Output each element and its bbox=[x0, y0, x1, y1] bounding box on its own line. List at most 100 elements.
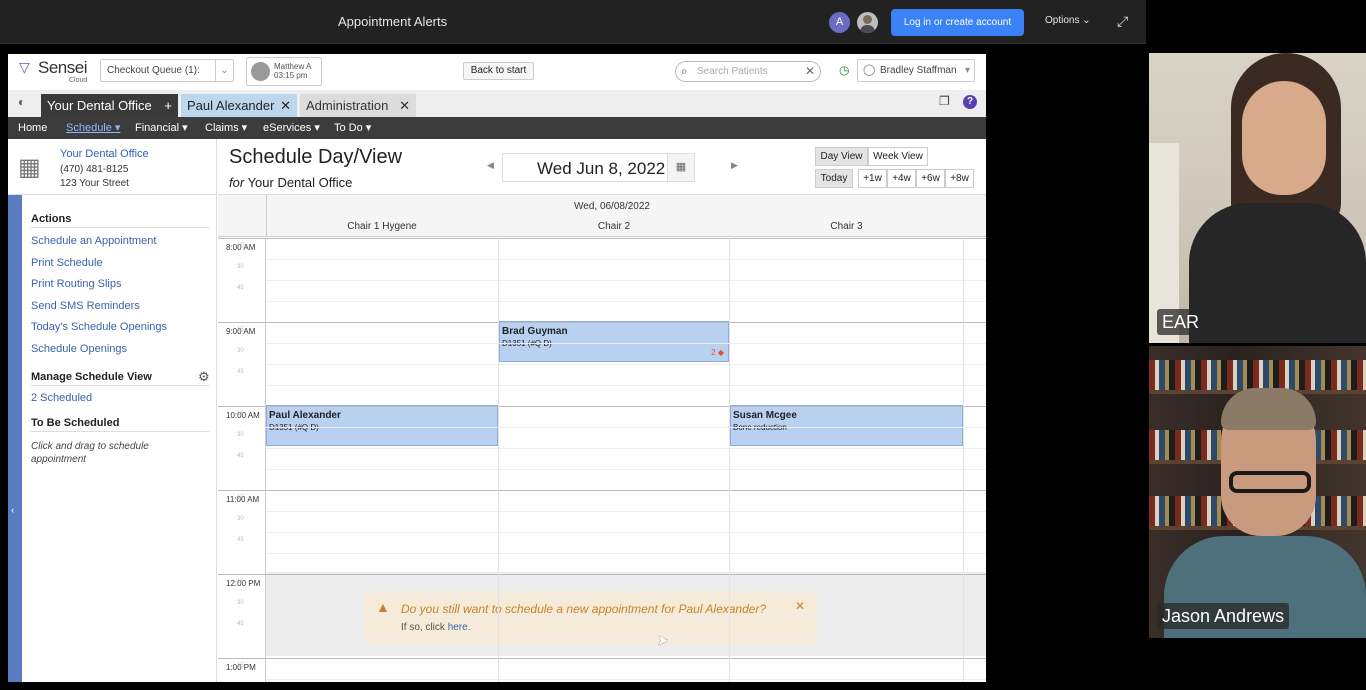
checkout-queue-select[interactable]: Checkout Queue (1): ⌄ bbox=[100, 59, 234, 82]
gear-icon[interactable]: ⚙ bbox=[198, 369, 210, 385]
calendar-icon[interactable]: ▦ bbox=[667, 154, 694, 181]
options-label: Options bbox=[1045, 15, 1080, 26]
slot-line bbox=[266, 427, 986, 428]
clear-search-icon[interactable]: ✕ bbox=[805, 64, 815, 78]
nav-eservices[interactable]: eServices ▾ bbox=[263, 117, 320, 139]
slot-line bbox=[266, 469, 986, 470]
previous-day-icon[interactable]: ◀ bbox=[487, 160, 494, 171]
action-print-schedule[interactable]: Print Schedule bbox=[31, 257, 103, 269]
staff-select[interactable]: ◯ Bradley Staffman ▾ bbox=[857, 59, 975, 82]
today-button[interactable]: Today bbox=[815, 169, 853, 188]
slot-line bbox=[266, 511, 986, 512]
to-be-scheduled-heading: To Be Scheduled bbox=[31, 417, 120, 429]
to-be-scheduled-hint: Click and drag to schedule appointment bbox=[31, 441, 149, 465]
slot-line bbox=[266, 301, 986, 302]
back-to-start-button[interactable]: Back to start bbox=[463, 62, 534, 80]
grid-header: Wed, 06/08/2022 Chair 1 Hygene Chair 2 C… bbox=[218, 195, 986, 237]
action-schedule-appointment[interactable]: Schedule an Appointment bbox=[31, 235, 156, 247]
slot-line bbox=[266, 679, 986, 680]
options-button[interactable]: Options ⌄ bbox=[1045, 15, 1091, 26]
main-nav: Home Schedule ▾ Financial ▾ Claims ▾ eSe… bbox=[8, 117, 986, 139]
alert-here-link[interactable]: here. bbox=[448, 622, 471, 633]
action-print-routing-slips[interactable]: Print Routing Slips bbox=[31, 278, 122, 290]
office-phone: (470) 481-8125 bbox=[60, 164, 129, 175]
slot-line bbox=[266, 385, 986, 386]
office-card: ▦ Your Dental Office (470) 481-8125 123 … bbox=[8, 139, 217, 195]
alert-sub: If so, click here. bbox=[401, 622, 470, 633]
collapse-sidebar-strip[interactable]: ‹ bbox=[8, 195, 22, 682]
appointment-susan-mcgee[interactable]: Susan Mcgee Bone reduction bbox=[730, 405, 963, 446]
sensei-logo: ▽ Sensei Cloud bbox=[19, 57, 94, 85]
minute-label: 45 bbox=[237, 537, 244, 543]
clock-icon[interactable]: ◷ bbox=[839, 63, 849, 77]
slot-line bbox=[266, 616, 986, 617]
action-schedule-openings[interactable]: Schedule Openings bbox=[31, 343, 127, 355]
hour-line bbox=[218, 490, 986, 491]
slot-line bbox=[266, 259, 986, 260]
tab-paul-alexander[interactable]: Paul Alexander ✕ bbox=[181, 94, 297, 117]
close-tab-icon[interactable]: ✕ bbox=[280, 94, 291, 117]
action-todays-openings[interactable]: Today's Schedule Openings bbox=[31, 321, 167, 333]
column-divider bbox=[963, 238, 964, 682]
close-tab-icon[interactable]: ✕ bbox=[399, 94, 410, 117]
participant-avatar-photo[interactable] bbox=[857, 12, 878, 33]
tab-your-dental-office[interactable]: Your Dental Office + bbox=[41, 94, 178, 117]
appointment-paul-alexander[interactable]: Paul Alexander D1351 (#Q D) bbox=[266, 405, 498, 446]
help-icon[interactable]: ? bbox=[963, 95, 977, 109]
mouse-cursor-icon: ➤ bbox=[657, 632, 669, 648]
schedule-grid: Wed, 06/08/2022 Chair 1 Hygene Chair 2 C… bbox=[218, 195, 986, 682]
jump-8w-button[interactable]: +8w bbox=[945, 169, 974, 188]
day-view-button[interactable]: Day View bbox=[815, 147, 868, 166]
scheduled-count-link[interactable]: 2 Scheduled bbox=[31, 392, 92, 404]
theme-toggle-icon[interactable]: ◐ bbox=[18, 95, 25, 109]
office-name-link[interactable]: Your Dental Office bbox=[60, 148, 149, 160]
windows-icon[interactable]: ❐ bbox=[939, 94, 950, 108]
action-send-sms-reminders[interactable]: Send SMS Reminders bbox=[31, 300, 140, 312]
tab-administration[interactable]: Administration ✕ bbox=[300, 94, 416, 117]
nav-todo[interactable]: To Do ▾ bbox=[334, 117, 371, 139]
actions-heading: Actions bbox=[31, 213, 72, 225]
login-button[interactable]: Log in or create account bbox=[891, 9, 1024, 36]
date-picker[interactable]: Wed Jun 8, 2022 ▦ bbox=[502, 153, 695, 182]
sidebar: Actions Schedule an Appointment Print Sc… bbox=[22, 195, 217, 682]
participant-avatar-a[interactable]: A bbox=[829, 12, 850, 33]
tab-label: Your Dental Office bbox=[47, 98, 152, 113]
jump-1w-button[interactable]: +1w bbox=[858, 169, 887, 188]
next-day-icon[interactable]: ▶ bbox=[731, 160, 738, 171]
hour-line bbox=[218, 406, 986, 407]
appointment-brad-guyman[interactable]: Brad Guyman D1351 (#Q D) 2 ◆ bbox=[499, 321, 729, 362]
participant-name: Jason Andrews bbox=[1157, 603, 1290, 629]
nav-home[interactable]: Home bbox=[18, 117, 47, 139]
schedule-for: for Your Dental Office bbox=[229, 175, 352, 190]
chair-2-header: Chair 2 bbox=[597, 221, 631, 232]
hour-line bbox=[218, 658, 986, 659]
search-icon: ⌕ bbox=[681, 64, 688, 78]
minute-label: 30 bbox=[237, 600, 244, 606]
week-view-button[interactable]: Week View bbox=[868, 147, 928, 166]
video-tile-jason-andrews[interactable]: Jason Andrews bbox=[1149, 346, 1366, 638]
patient-search-input[interactable]: ⌕ Search Patients ✕ bbox=[675, 61, 821, 82]
tab-strip: ◐ Your Dental Office + Paul Alexander ✕ Ad… bbox=[8, 90, 986, 117]
minute-label: 15 bbox=[237, 579, 244, 585]
minute-label: 30 bbox=[237, 432, 244, 438]
add-tab-icon[interactable]: + bbox=[164, 94, 172, 117]
close-alert-icon[interactable]: ✕ bbox=[795, 599, 805, 613]
divider bbox=[31, 227, 209, 228]
jump-4w-button[interactable]: +4w bbox=[887, 169, 916, 188]
nav-financial[interactable]: Financial ▾ bbox=[135, 117, 188, 139]
nav-schedule[interactable]: Schedule ▾ bbox=[66, 117, 120, 139]
hour-line bbox=[218, 238, 986, 239]
fullscreen-icon[interactable]: ⤢ bbox=[1117, 13, 1128, 30]
column-divider bbox=[729, 238, 730, 682]
nav-claims[interactable]: Claims ▾ bbox=[205, 117, 247, 139]
minute-label: 15 bbox=[237, 495, 244, 501]
grid-date: Wed, 06/08/2022 bbox=[574, 201, 650, 212]
minute-label: 45 bbox=[237, 285, 244, 291]
user-chip[interactable]: Matthew A 03:15 pm bbox=[246, 57, 322, 86]
logo-brand: Sensei bbox=[38, 58, 87, 77]
video-tile-ear[interactable]: EAR bbox=[1149, 53, 1366, 343]
jump-6w-button[interactable]: +6w bbox=[916, 169, 945, 188]
logo-sub: Cloud bbox=[69, 77, 88, 84]
minute-label: 15 bbox=[237, 411, 244, 417]
schedule-header: Schedule Day/View for Your Dental Office… bbox=[218, 139, 986, 195]
